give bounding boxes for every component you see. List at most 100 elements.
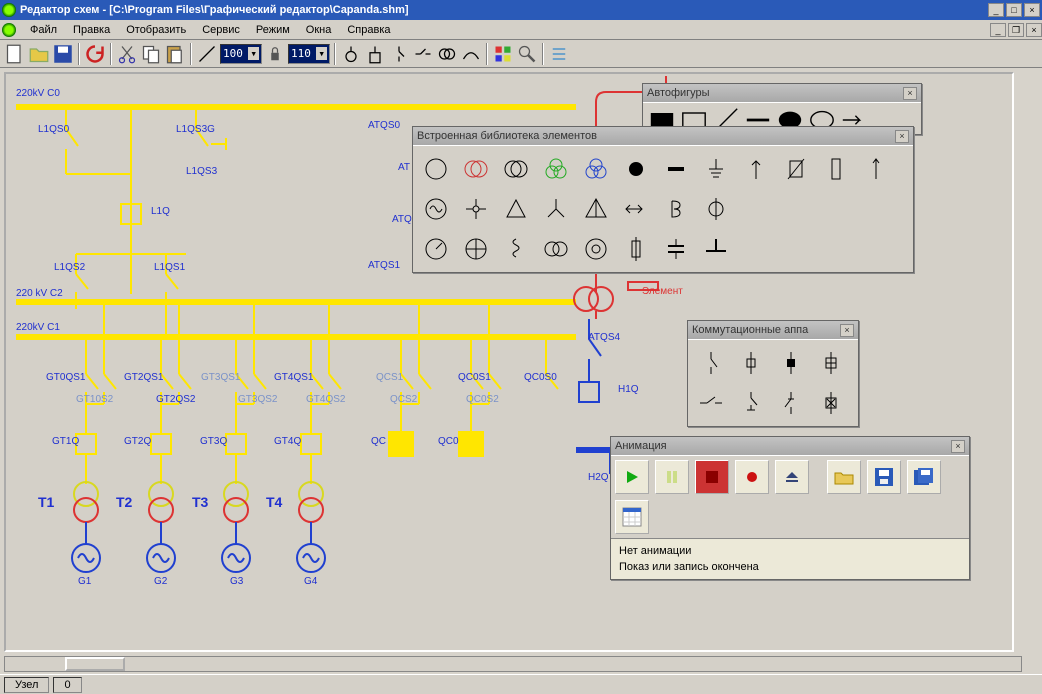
lib-pipe[interactable] — [817, 150, 855, 188]
zoom2-combo[interactable]: 110 — [288, 44, 330, 64]
lib-2circle-red[interactable] — [457, 150, 495, 188]
menu-edit[interactable]: Правка — [65, 22, 118, 38]
anim-pause-button[interactable] — [655, 460, 689, 494]
lib-blank5[interactable] — [737, 230, 775, 268]
lib-2circle[interactable] — [497, 150, 535, 188]
lib-blank4[interactable] — [857, 190, 895, 228]
line-tool[interactable] — [196, 43, 218, 65]
animation-header[interactable]: Анимация × — [611, 437, 969, 455]
lib-phi[interactable] — [697, 190, 735, 228]
element-switch-tool[interactable] — [388, 43, 410, 65]
lib-arrow-double[interactable] — [617, 190, 655, 228]
minimize-button[interactable]: _ — [988, 3, 1004, 17]
lib-arrow-up2[interactable] — [857, 150, 895, 188]
anim-calendar-button[interactable] — [615, 500, 649, 534]
lib-bar[interactable] — [657, 150, 695, 188]
anim-play-button[interactable] — [615, 460, 649, 494]
zoom-button[interactable] — [516, 43, 538, 65]
maximize-button[interactable]: □ — [1006, 3, 1022, 17]
sw-8[interactable] — [812, 384, 850, 422]
label-g1: G1 — [78, 576, 91, 587]
lib-blank6[interactable] — [777, 230, 815, 268]
menu-file[interactable]: Файл — [22, 22, 65, 38]
mdi-close-button[interactable]: × — [1026, 23, 1042, 37]
library-header[interactable]: Встроенная библиотека элементов × — [413, 127, 913, 145]
lib-fan2[interactable] — [457, 230, 495, 268]
lib-fan[interactable] — [457, 190, 495, 228]
anim-eject-button[interactable] — [775, 460, 809, 494]
lib-ground2[interactable] — [697, 230, 735, 268]
lib-star[interactable] — [537, 190, 575, 228]
sw-7[interactable] — [772, 384, 810, 422]
lib-circle[interactable] — [417, 150, 455, 188]
zoom1-combo[interactable]: 100 — [220, 44, 262, 64]
lib-crossed-box[interactable] — [777, 150, 815, 188]
close-button[interactable]: × — [1024, 3, 1040, 17]
lib-b-symbol[interactable] — [657, 190, 695, 228]
anim-record-button[interactable] — [735, 460, 769, 494]
save-button[interactable] — [52, 43, 74, 65]
label-at: AT — [398, 162, 410, 173]
menu-windows[interactable]: Окна — [298, 22, 340, 38]
lib-blank3[interactable] — [817, 190, 855, 228]
sw-4[interactable] — [812, 344, 850, 382]
lib-coil[interactable] — [497, 230, 535, 268]
lib-blank7[interactable] — [817, 230, 855, 268]
lib-3circle-blue[interactable] — [577, 150, 615, 188]
lib-double-circle-h[interactable] — [537, 230, 575, 268]
lib-capacitor[interactable] — [657, 230, 695, 268]
lib-triangle[interactable] — [577, 190, 615, 228]
sw-1[interactable] — [692, 344, 730, 382]
menu-view[interactable]: Отобразить — [118, 22, 194, 38]
switches-close-icon[interactable]: × — [840, 324, 854, 337]
switches-header[interactable]: Коммутационные аппа × — [688, 321, 858, 339]
element-circle-tool[interactable] — [340, 43, 362, 65]
sw-5[interactable] — [692, 384, 730, 422]
mdi-minimize-button[interactable]: _ — [990, 23, 1006, 37]
sw-3[interactable] — [772, 344, 810, 382]
anim-saveall-button[interactable] — [907, 460, 941, 494]
element-transformer-tool[interactable] — [436, 43, 458, 65]
sw-6[interactable] — [732, 384, 770, 422]
lib-meter[interactable] — [417, 230, 455, 268]
lib-generator[interactable] — [417, 190, 455, 228]
menu-service[interactable]: Сервис — [194, 22, 248, 38]
refresh-button[interactable] — [84, 43, 106, 65]
label-gt2qs2: GT2QS2 — [156, 394, 195, 405]
library-close-icon[interactable]: × — [895, 130, 909, 143]
lib-ground[interactable] — [697, 150, 735, 188]
cut-button[interactable] — [116, 43, 138, 65]
list-button[interactable] — [548, 43, 570, 65]
zoom-lock-icon[interactable] — [264, 43, 286, 65]
element-square-tool[interactable] — [364, 43, 386, 65]
lib-blank1[interactable] — [737, 190, 775, 228]
anim-open-button[interactable] — [827, 460, 861, 494]
horizontal-scrollbar[interactable] — [4, 656, 1022, 672]
lib-motor[interactable] — [577, 230, 615, 268]
animation-close-icon[interactable]: × — [951, 440, 965, 453]
mdi-restore-button[interactable]: ❐ — [1008, 23, 1024, 37]
lib-blank8[interactable] — [857, 230, 895, 268]
menu-mode[interactable]: Режим — [248, 22, 298, 38]
new-button[interactable] — [4, 43, 26, 65]
sw-2[interactable] — [732, 344, 770, 382]
lib-arrow-up[interactable] — [737, 150, 775, 188]
element-connect-tool[interactable] — [460, 43, 482, 65]
open-button[interactable] — [28, 43, 50, 65]
autoshapes-close-icon[interactable]: × — [903, 87, 917, 100]
lib-fuse[interactable] — [617, 230, 655, 268]
anim-save-button[interactable] — [867, 460, 901, 494]
status-bar: Узел 0 — [0, 674, 1042, 694]
lib-delta[interactable] — [497, 190, 535, 228]
autoshapes-header[interactable]: Автофигуры × — [643, 84, 921, 102]
label-gt10s2: GT10S2 — [76, 394, 113, 405]
lib-dot[interactable] — [617, 150, 655, 188]
paste-button[interactable] — [164, 43, 186, 65]
lib-blank2[interactable] — [777, 190, 815, 228]
menu-help[interactable]: Справка — [339, 22, 398, 38]
element-break-tool[interactable] — [412, 43, 434, 65]
copy-button[interactable] — [140, 43, 162, 65]
color-button[interactable] — [492, 43, 514, 65]
anim-stop-button[interactable] — [695, 460, 729, 494]
lib-3circle-green[interactable] — [537, 150, 575, 188]
